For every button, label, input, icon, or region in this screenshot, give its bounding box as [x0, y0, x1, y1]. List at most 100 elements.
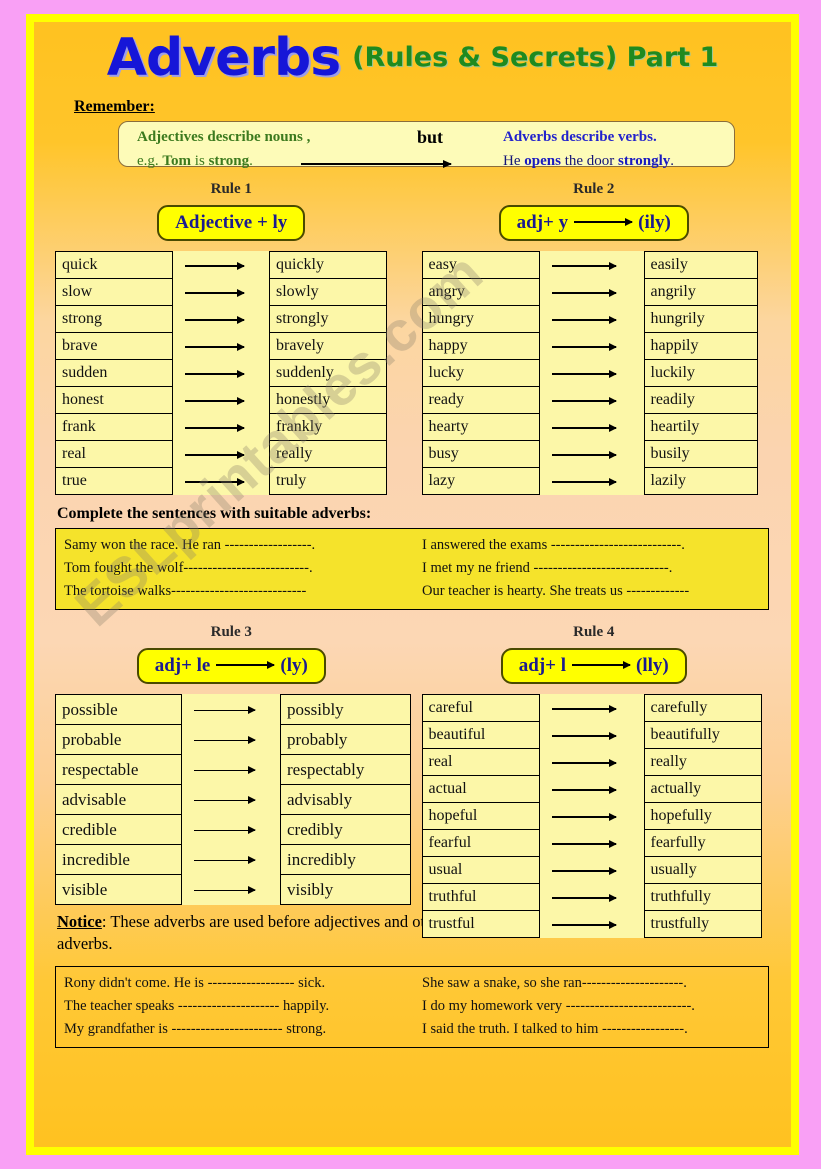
exercise-sentence[interactable]: Samy won the race. He ran --------------…: [64, 534, 412, 557]
exercise-sentence[interactable]: Rony didn't come. He is ----------------…: [64, 972, 412, 995]
right-arrow-icon: [184, 370, 245, 377]
adverb-cell: carefully: [643, 694, 762, 722]
adverb-cell: usually: [643, 856, 762, 884]
table-row: quick quickly: [55, 251, 387, 279]
eg2-end: .: [670, 153, 674, 169]
exercise-sentence[interactable]: The teacher speaks ---------------------…: [64, 995, 412, 1018]
right-arrow-icon: [551, 370, 618, 377]
exercise-sentence[interactable]: She saw a snake, so she ran-------------…: [412, 972, 760, 995]
eg2-prefix: He: [503, 153, 525, 169]
right-arrow-icon: [551, 316, 618, 323]
adjective-cell: brave: [55, 332, 173, 360]
table-row: advisable advisably: [55, 784, 411, 815]
right-arrow-icon: [551, 262, 618, 269]
eg2-adverb: strongly: [618, 153, 671, 169]
rule-4-arrow-icon: [572, 660, 632, 669]
adverb-cell: possibly: [280, 694, 411, 725]
exercise-sentence[interactable]: I met my ne friend ---------------------…: [412, 557, 760, 580]
right-arrow-icon: [551, 921, 618, 928]
adverb-cell: luckily: [643, 359, 758, 387]
table-row: credible credibly: [55, 814, 411, 845]
table-row: actual actually: [421, 775, 762, 803]
rule-3-word-table: possible possibly probable probably respecta…: [55, 694, 411, 905]
rule-3-badge: adj+ le (ly): [136, 648, 326, 684]
exercise-sentence[interactable]: I answered the exams -------------------…: [412, 534, 760, 557]
arrow-cell: [538, 359, 645, 387]
adverb-cell: busily: [643, 440, 758, 468]
arrow-cell: [538, 440, 645, 468]
title-subtitle-text: (Rules & Secrets) Part 1: [352, 41, 719, 73]
adverb-cell: readily: [643, 386, 758, 414]
arrow-cell: [538, 332, 645, 360]
rule-1-badge: Adjective + ly: [157, 205, 306, 241]
exercise-1-right-column: I answered the exams -------------------…: [412, 534, 760, 603]
arrow-cell: [538, 775, 645, 803]
adjective-cell: real: [421, 748, 540, 776]
adjective-cell: lazy: [421, 467, 540, 495]
adjective-cell: probable: [55, 724, 182, 755]
adjective-cell: trustful: [421, 910, 540, 938]
exercise-sentence[interactable]: My grandfather is ----------------------…: [64, 1018, 412, 1041]
rule-2-title: Rule 2: [573, 181, 615, 197]
table-row: angry angrily: [421, 278, 758, 306]
exercise-sentence[interactable]: Tom fought the wolf---------------------…: [64, 557, 412, 580]
right-arrow-icon: [551, 451, 618, 458]
right-arrow-icon: [551, 813, 618, 820]
table-row: real really: [55, 440, 387, 468]
adverb-cell: truly: [269, 467, 387, 495]
adverb-cell: hopefully: [643, 802, 762, 830]
right-arrow-icon: [193, 826, 256, 834]
adjective-cell: honest: [55, 386, 173, 414]
notice-body: : These adverbs are used before adjectiv…: [57, 912, 447, 954]
table-row: ready readily: [421, 386, 758, 414]
right-arrow-icon: [551, 705, 618, 712]
arrow-cell: [538, 910, 645, 938]
table-row: frank frankly: [55, 413, 387, 441]
arrow-cell: [172, 332, 270, 360]
table-row: careful carefully: [421, 694, 762, 722]
right-arrow-icon: [551, 289, 618, 296]
rule-1-title: Rule 1: [210, 181, 252, 197]
table-row: hearty heartily: [421, 413, 758, 441]
adjective-cell: beautiful: [421, 721, 540, 749]
adjective-cell: actual: [421, 775, 540, 803]
adverb-cell: happily: [643, 332, 758, 360]
table-row: easy easily: [421, 251, 758, 279]
arrow-cell: [538, 829, 645, 857]
right-arrow-icon: [193, 796, 256, 804]
adverb-cell: trustfully: [643, 910, 762, 938]
right-arrow-icon: [551, 840, 618, 847]
right-arrow-icon: [551, 478, 618, 485]
table-row: real really: [421, 748, 762, 776]
adverb-cell: incredibly: [280, 844, 411, 875]
adverb-cell: visibly: [280, 874, 411, 905]
notice-text: Notice: These adverbs are used before ad…: [57, 911, 457, 956]
adverb-cell: angrily: [643, 278, 758, 306]
right-arrow-icon: [184, 478, 245, 485]
rules-1-2-tables: quick quickly slow slowly strong strongly bra…: [50, 251, 775, 495]
exercise-sentence[interactable]: I do my homework very ------------------…: [412, 995, 760, 1018]
exercise-sentence[interactable]: I said the truth. I talked to him ------…: [412, 1018, 760, 1041]
right-arrow-icon: [193, 886, 256, 894]
arrow-cell: [538, 467, 645, 495]
right-arrow-icon: [551, 867, 618, 874]
table-row: truthful truthfully: [421, 883, 762, 911]
adjective-cell: slow: [55, 278, 173, 306]
rule-4-table-wrap: careful carefully beautiful beautifully real…: [413, 694, 776, 956]
table-row: true truly: [55, 467, 387, 495]
rule-3-tbody: possible possibly probable probably respecta…: [55, 694, 411, 905]
arrow-cell: [538, 278, 645, 306]
table-row: sudden suddenly: [55, 359, 387, 387]
arrow-cell: [538, 386, 645, 414]
exercise-sentence[interactable]: The tortoise walks----------------------…: [64, 580, 412, 603]
adverb-cell: respectably: [280, 754, 411, 785]
adverb-cell: fearfully: [643, 829, 762, 857]
exercise-sentence[interactable]: Our teacher is hearty. She treats us ---…: [412, 580, 760, 603]
right-arrow-icon: [184, 397, 245, 404]
table-row: usual usually: [421, 856, 762, 884]
but-text: but: [417, 127, 444, 147]
table-row: fearful fearfully: [421, 829, 762, 857]
adverb-cell: hungrily: [643, 305, 758, 333]
adjective-cell: hearty: [421, 413, 540, 441]
rule-4-badge-right: (lly): [636, 655, 669, 676]
